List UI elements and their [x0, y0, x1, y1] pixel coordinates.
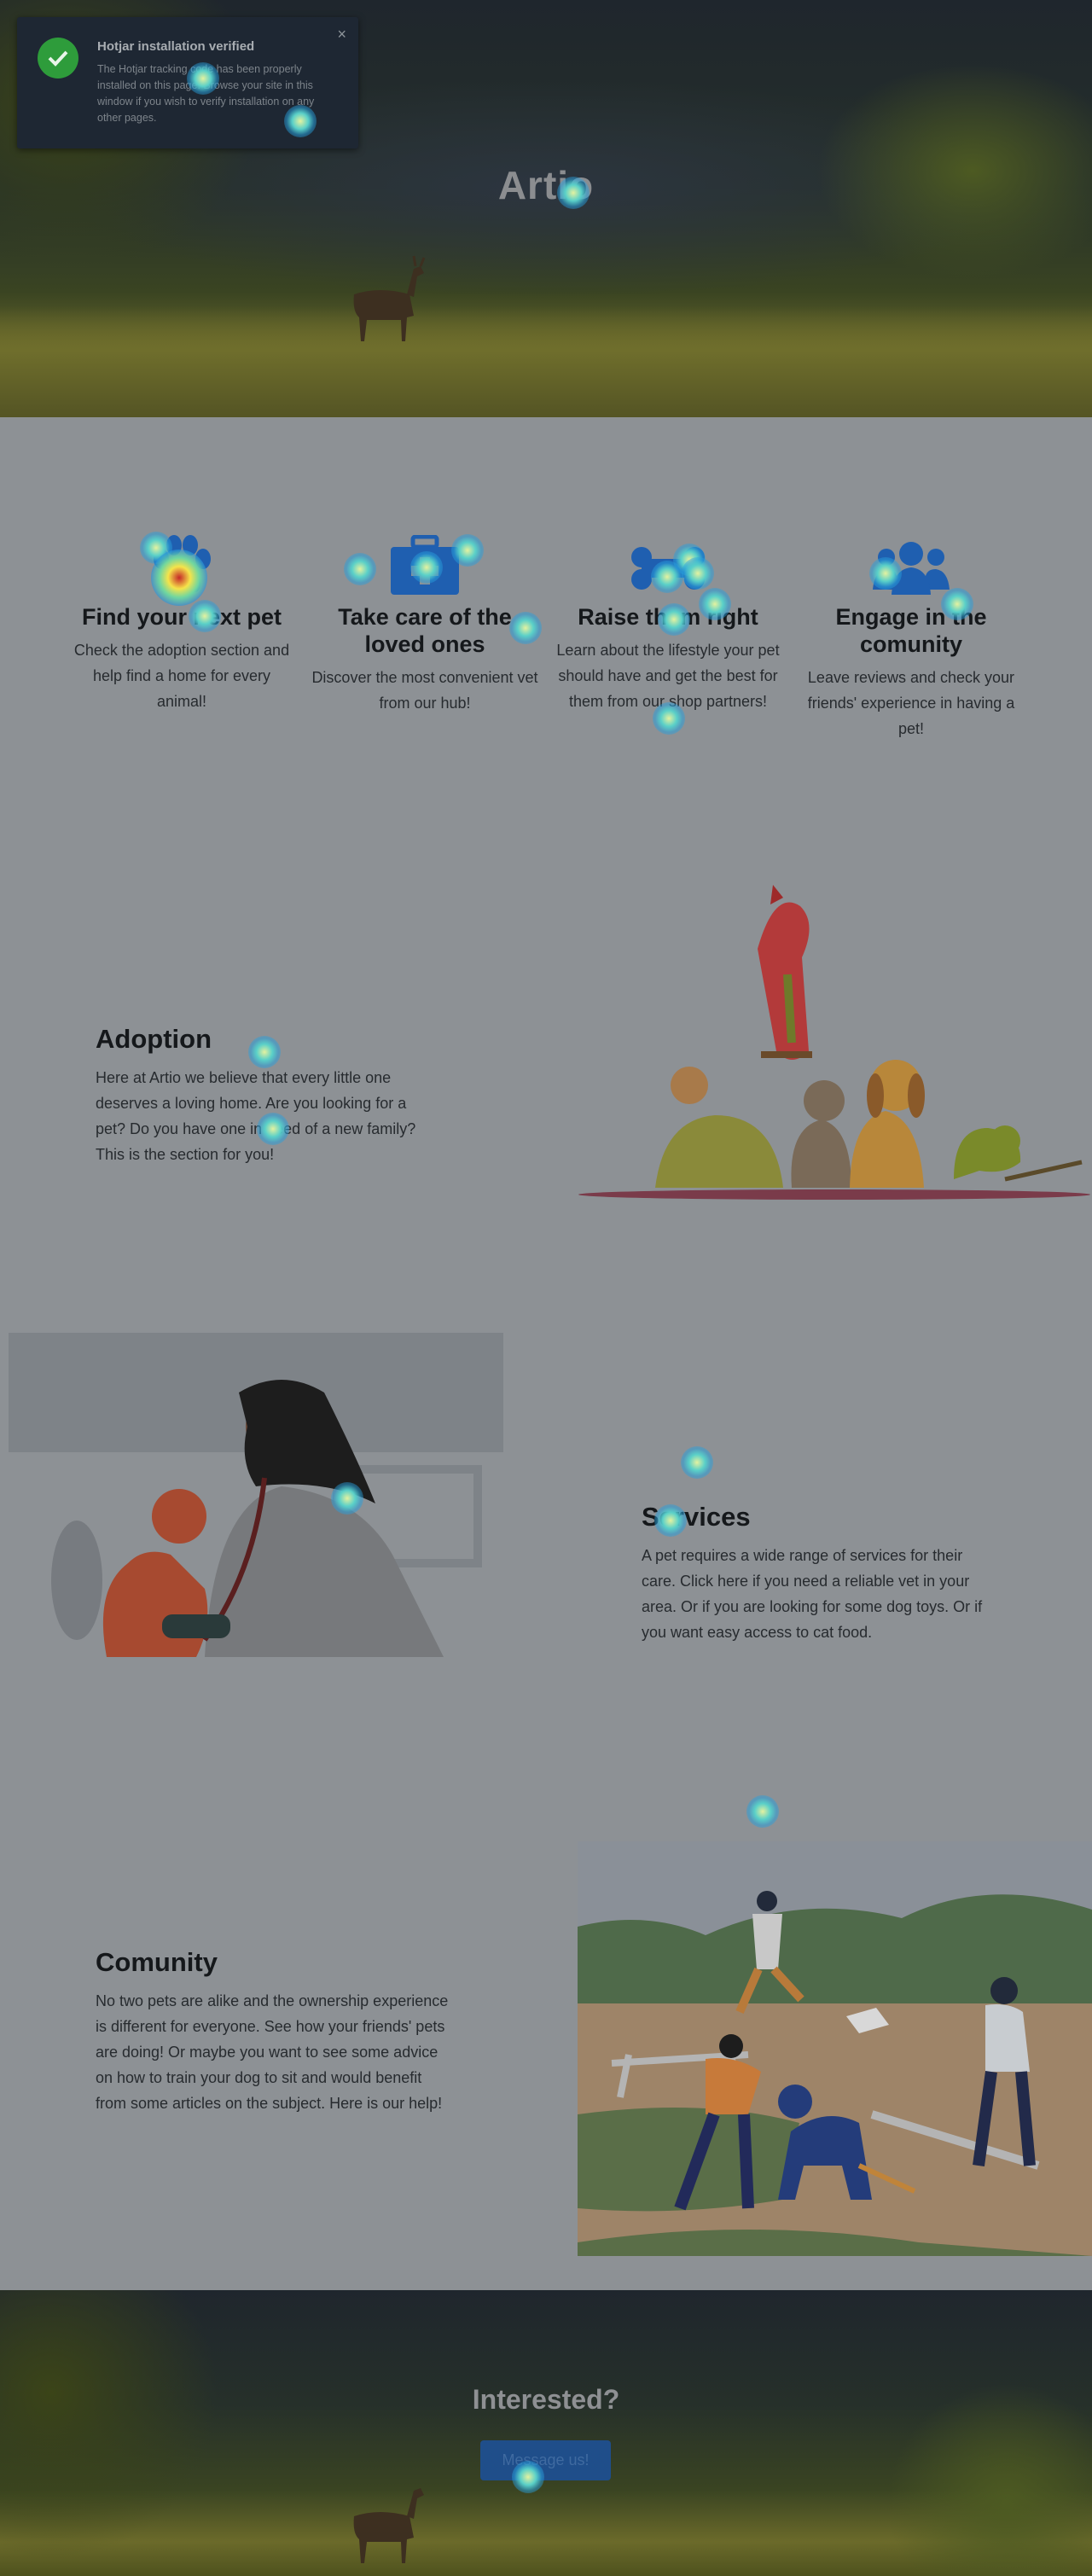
comunity-text-block: Comunity No two pets are alike and the o…	[96, 1947, 454, 2116]
deer-illustration	[353, 2488, 424, 2563]
feature-find-pet: Find your next pet Check the adoption se…	[67, 528, 297, 714]
feature-engage: Engage in the comunity Leave reviews and…	[796, 528, 1026, 741]
deer-illustration	[353, 255, 426, 341]
services-text: A pet requires a wide range of services …	[642, 1547, 983, 1641]
check-circle-icon	[38, 38, 78, 79]
hotjar-notification: Hotjar installation verified The Hotjar …	[17, 17, 358, 148]
vet-illustration	[9, 1333, 503, 1657]
services-section: Services A pet requires a wide range of …	[0, 1282, 1092, 1742]
feature-text: Learn about the lifestyle your pet shoul…	[556, 642, 780, 710]
feature-text: Discover the most convenient vet from ou…	[311, 669, 538, 712]
comunity-section: Comunity No two pets are alike and the o…	[0, 1742, 1092, 2290]
services-title: Services	[642, 1502, 751, 1532]
message-us-button[interactable]: Message us!	[480, 2440, 611, 2480]
users-icon	[873, 542, 950, 595]
feature-title: Find your next pet	[81, 604, 282, 630]
feature-text: Leave reviews and check your friends' ex…	[807, 669, 1015, 737]
cta-title: Interested?	[472, 2384, 620, 2415]
services-text-block: Services A pet requires a wide range of …	[642, 1502, 1000, 1645]
adoption-title: Adoption	[96, 1024, 212, 1054]
feature-raise: Raise them right Learn about the lifesty…	[553, 528, 783, 714]
feature-title: Engage in the comunity	[835, 604, 987, 657]
park-illustration	[578, 1841, 1092, 2256]
adoption-section: Adoption Here at Artio we believe that e…	[0, 855, 1092, 1282]
hotjar-message: The Hotjar tracking code has been proper…	[97, 63, 315, 124]
pets-illustration	[578, 885, 1090, 1200]
medical-kit-icon	[391, 535, 459, 595]
feature-title: Raise them right	[578, 604, 758, 630]
hero-grass	[0, 306, 1092, 417]
feature-title: Take care of the loved ones	[338, 604, 512, 657]
paw-icon	[154, 535, 211, 592]
adoption-text-block: Adoption Here at Artio we believe that e…	[96, 1024, 437, 1167]
comunity-title: Comunity	[96, 1947, 218, 1977]
comunity-text: No two pets are alike and the ownership …	[96, 1992, 449, 2112]
close-icon[interactable]: ×	[337, 26, 346, 44]
hero-title: Artio	[497, 163, 595, 207]
features-section: Find your next pet Check the adoption se…	[0, 417, 1092, 855]
cta-banner: Interested? Message us!	[0, 2290, 1092, 2576]
hotjar-title: Hotjar installation verified	[97, 39, 255, 54]
adoption-text: Here at Artio we believe that every litt…	[96, 1069, 416, 1163]
bone-icon	[631, 547, 705, 590]
feature-text: Check the adoption section and help find…	[73, 642, 290, 710]
feature-care: Take care of the loved ones Discover the…	[310, 528, 540, 716]
